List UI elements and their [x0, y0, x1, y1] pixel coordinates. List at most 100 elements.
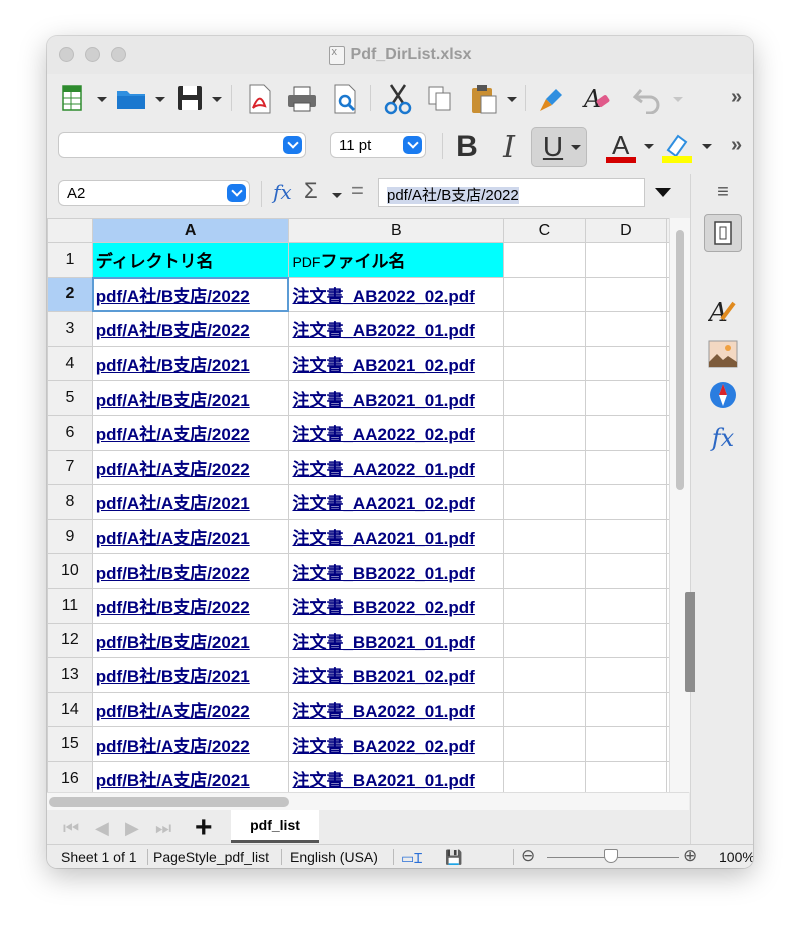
- cell-directory-link[interactable]: pdf/A社/B支店/2022: [91, 276, 290, 313]
- header-cell-filename[interactable]: PDFファイル名: [288, 242, 505, 278]
- clear-formatting-icon[interactable]: A: [581, 82, 613, 116]
- empty-cell-d[interactable]: [584, 691, 668, 728]
- row-header[interactable]: 11: [47, 587, 93, 624]
- cell-directory-link[interactable]: pdf/B社/B支店/2022: [91, 553, 290, 589]
- export-pdf-icon[interactable]: [245, 84, 275, 114]
- row-header[interactable]: 2: [47, 276, 93, 313]
- cell-directory-link[interactable]: pdf/A社/A支店/2022: [91, 414, 290, 451]
- row-header[interactable]: 5: [47, 380, 93, 416]
- empty-cell-c[interactable]: [503, 691, 586, 728]
- cell-directory-link[interactable]: pdf/A社/A支店/2021: [91, 484, 290, 520]
- row-header[interactable]: 3: [47, 311, 93, 347]
- formula-equals-icon[interactable]: =: [351, 178, 364, 204]
- empty-cell-c[interactable]: [503, 587, 586, 624]
- row-header[interactable]: 16: [47, 760, 93, 792]
- row-header[interactable]: 10: [47, 553, 93, 589]
- name-box[interactable]: A2: [58, 180, 250, 206]
- empty-cell-d[interactable]: [584, 242, 668, 278]
- empty-cell-c[interactable]: [503, 657, 586, 693]
- new-dropdown-icon[interactable]: [97, 97, 107, 102]
- empty-cell-d[interactable]: [584, 345, 668, 382]
- header-cell-directory[interactable]: ディレクトリ名: [91, 242, 290, 278]
- empty-cell-c[interactable]: [503, 414, 586, 451]
- cell-filename-link[interactable]: 注文書_AA2022_01.pdf: [288, 449, 505, 486]
- font-color-dropdown-icon[interactable]: [644, 144, 654, 149]
- add-sheet-button[interactable]: +: [195, 811, 213, 845]
- page-style[interactable]: PageStyle_pdf_list: [153, 849, 269, 865]
- empty-cell-d[interactable]: [584, 553, 668, 589]
- empty-cell-d[interactable]: [584, 414, 668, 451]
- column-header-a[interactable]: A: [91, 218, 290, 243]
- cell-directory-link[interactable]: pdf/B社/B支店/2021: [91, 657, 290, 693]
- empty-cell-c[interactable]: [503, 484, 586, 520]
- empty-cell-d[interactable]: [584, 518, 668, 555]
- sidebar-collapse-handle[interactable]: [685, 592, 695, 692]
- previous-sheet-icon[interactable]: ◀: [95, 818, 109, 839]
- row-header[interactable]: 12: [47, 622, 93, 659]
- empty-cell-c[interactable]: [503, 380, 586, 416]
- format-toolbar-overflow-icon[interactable]: »: [731, 134, 742, 157]
- open-dropdown-icon[interactable]: [155, 97, 165, 102]
- empty-cell-c[interactable]: [503, 726, 586, 762]
- zoom-out-icon[interactable]: ⊖: [521, 846, 535, 866]
- cell-filename-link[interactable]: 注文書_AA2021_01.pdf: [288, 518, 505, 555]
- functions-icon[interactable]: fx: [707, 422, 739, 454]
- expand-formula-bar-icon[interactable]: [655, 188, 671, 197]
- next-sheet-icon[interactable]: ▶: [125, 818, 139, 839]
- empty-cell-d[interactable]: [584, 726, 668, 762]
- empty-cell-c[interactable]: [503, 345, 586, 382]
- empty-cell-c[interactable]: [503, 449, 586, 486]
- cell-directory-link[interactable]: pdf/B社/A支店/2022: [91, 726, 290, 762]
- horizontal-scrollbar[interactable]: [47, 792, 689, 811]
- empty-cell-d[interactable]: [584, 622, 668, 659]
- empty-cell-d[interactable]: [584, 380, 668, 416]
- empty-cell-d[interactable]: [584, 449, 668, 486]
- open-folder-icon[interactable]: [115, 84, 147, 112]
- empty-cell-c[interactable]: [503, 311, 586, 347]
- row-header[interactable]: 1: [47, 242, 93, 278]
- select-all-corner[interactable]: [47, 218, 93, 243]
- clone-formatting-icon[interactable]: [535, 82, 567, 116]
- empty-cell-c[interactable]: [503, 242, 586, 278]
- cell-filename-link[interactable]: 注文書_BA2021_01.pdf: [288, 760, 505, 792]
- empty-cell-c[interactable]: [503, 553, 586, 589]
- paste-icon[interactable]: [467, 82, 501, 116]
- empty-cell-d[interactable]: [584, 587, 668, 624]
- sum-icon[interactable]: Σ: [304, 178, 318, 204]
- cell-filename-link[interactable]: 注文書_AB2022_02.pdf: [288, 276, 505, 313]
- navigator-icon[interactable]: [707, 379, 739, 411]
- zoom-slider-thumb[interactable]: [604, 849, 618, 863]
- row-header[interactable]: 15: [47, 726, 93, 762]
- empty-cell-d[interactable]: [584, 657, 668, 693]
- vertical-scrollbar[interactable]: [669, 218, 690, 792]
- empty-cell-c[interactable]: [503, 622, 586, 659]
- cell-directory-link[interactable]: pdf/B社/B支店/2021: [91, 622, 290, 659]
- undo-dropdown-icon[interactable]: [673, 97, 683, 102]
- highlight-dropdown-icon[interactable]: [702, 144, 712, 149]
- text-language[interactable]: English (USA): [290, 849, 378, 865]
- empty-cell-c[interactable]: [503, 760, 586, 792]
- empty-cell-d[interactable]: [584, 484, 668, 520]
- bold-button[interactable]: B: [449, 129, 485, 165]
- empty-cell-d[interactable]: [584, 760, 668, 792]
- copy-icon[interactable]: [425, 84, 455, 114]
- cell-directory-link[interactable]: pdf/B社/A支店/2022: [91, 691, 290, 728]
- font-name-combo[interactable]: [58, 132, 306, 158]
- last-sheet-icon[interactable]: ⏭: [155, 818, 171, 839]
- cell-filename-link[interactable]: 注文書_AB2022_01.pdf: [288, 311, 505, 347]
- cell-filename-link[interactable]: 注文書_AA2021_02.pdf: [288, 484, 505, 520]
- function-wizard-icon[interactable]: fx: [273, 180, 292, 204]
- highlight-color-icon[interactable]: [659, 129, 695, 165]
- row-header[interactable]: 6: [47, 414, 93, 451]
- print-preview-icon[interactable]: [331, 84, 361, 114]
- cell-filename-link[interactable]: 注文書_BB2022_01.pdf: [288, 553, 505, 589]
- cell-directory-link[interactable]: pdf/B社/A支店/2021: [91, 760, 290, 792]
- font-size-combo[interactable]: 11 pt: [330, 132, 426, 158]
- zoom-in-icon[interactable]: ⊕: [683, 846, 697, 866]
- cell-filename-link[interactable]: 注文書_AA2022_02.pdf: [288, 414, 505, 451]
- row-header[interactable]: 7: [47, 449, 93, 486]
- cut-icon[interactable]: [383, 82, 413, 116]
- sheet-tab-pdf-list[interactable]: pdf_list: [231, 810, 319, 843]
- cell-directory-link[interactable]: pdf/A社/A支店/2022: [91, 449, 290, 486]
- italic-button[interactable]: I: [491, 129, 527, 165]
